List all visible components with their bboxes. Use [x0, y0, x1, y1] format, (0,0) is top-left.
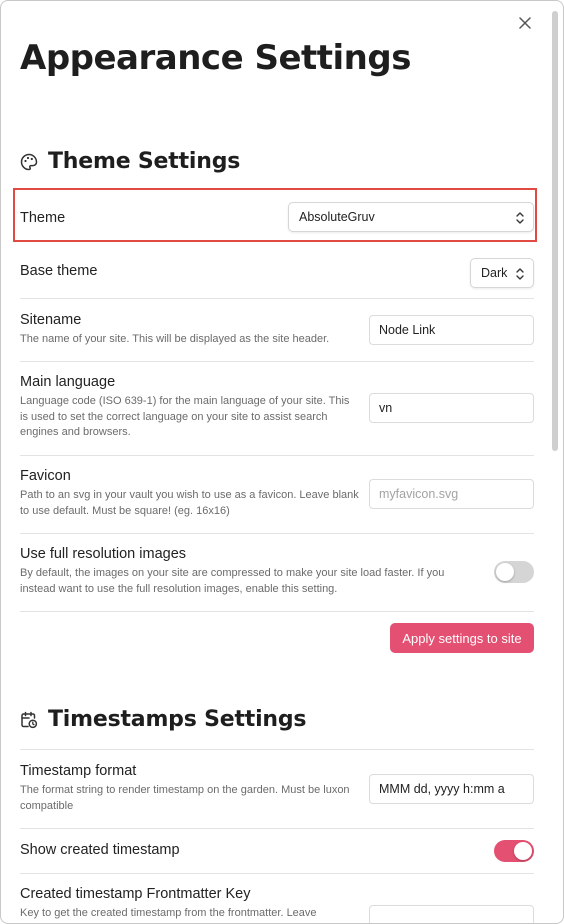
timestamps-settings-heading: Timestamps Settings: [20, 707, 307, 732]
favicon-row: Favicon Path to an svg in your vault you…: [20, 468, 360, 519]
theme-dropdown[interactable]: AbsoluteGruv: [288, 202, 534, 232]
divider: [20, 533, 534, 534]
chevron-updown-icon: [516, 212, 524, 224]
base-theme-dropdown[interactable]: Dark: [470, 258, 534, 288]
divider: [20, 749, 534, 750]
scrollbar-thumb[interactable]: [552, 11, 558, 451]
theme-settings-title: Theme Settings: [48, 149, 241, 174]
theme-dropdown-value: AbsoluteGruv: [299, 210, 375, 224]
favicon-input[interactable]: [369, 479, 534, 509]
show-created-label: Show created timestamp: [20, 842, 180, 858]
close-icon: [519, 17, 531, 29]
timestamp-format-description: The format string to render timestamp on…: [20, 784, 350, 812]
divider: [20, 455, 534, 456]
created-key-label: Created timestamp Frontmatter Key: [20, 886, 251, 902]
divider: [20, 361, 534, 362]
full-res-label: Use full resolution images: [20, 546, 187, 562]
main-language-input[interactable]: [369, 393, 534, 423]
sitename-label: Sitename: [20, 312, 82, 328]
base-theme-row: Base theme: [20, 263, 534, 279]
created-key-description: Key to get the created timestamp from th…: [20, 907, 317, 919]
sitename-input[interactable]: [369, 315, 534, 345]
divider: [20, 873, 534, 874]
base-theme-label: Base theme: [20, 263, 98, 279]
full-res-row: Use full resolution images By default, t…: [20, 546, 465, 597]
toggle-knob: [496, 563, 514, 581]
palette-icon: [20, 153, 38, 171]
sitename-description: The name of your site. This will be disp…: [20, 333, 330, 345]
toggle-knob: [514, 842, 532, 860]
close-button[interactable]: [515, 13, 535, 33]
favicon-description: Path to an svg in your vault you wish to…: [20, 489, 359, 517]
show-created-row: Show created timestamp: [20, 842, 534, 858]
full-res-toggle[interactable]: [494, 561, 534, 583]
theme-settings-heading: Theme Settings: [20, 149, 240, 174]
settings-modal: Appearance Settings Theme Settings Theme…: [0, 0, 564, 924]
timestamp-format-label: Timestamp format: [20, 763, 137, 779]
full-res-description: By default, the images on your site are …: [20, 567, 445, 595]
sitename-row: Sitename The name of your site. This wil…: [20, 312, 360, 348]
page-title: Appearance Settings: [20, 38, 411, 78]
divider: [20, 611, 534, 612]
created-key-input[interactable]: [369, 905, 534, 923]
divider: [20, 828, 534, 829]
divider: [20, 298, 534, 299]
chevron-updown-icon: [516, 268, 524, 280]
timestamps-settings-title: Timestamps Settings: [48, 707, 307, 732]
favicon-label: Favicon: [20, 468, 71, 484]
timestamp-format-input[interactable]: [369, 774, 534, 804]
show-created-toggle[interactable]: [494, 840, 534, 862]
timestamp-format-row: Timestamp format The format string to re…: [20, 763, 360, 814]
base-theme-value: Dark: [481, 266, 508, 280]
main-language-description: Language code (ISO 639-1) for the main l…: [20, 395, 350, 438]
created-key-row: Created timestamp Frontmatter Key Key to…: [20, 886, 360, 922]
main-language-label: Main language: [20, 374, 116, 390]
apply-settings-button[interactable]: Apply settings to site: [390, 623, 534, 653]
calendar-clock-icon: [20, 711, 38, 729]
main-language-row: Main language Language code (ISO 639-1) …: [20, 374, 360, 441]
